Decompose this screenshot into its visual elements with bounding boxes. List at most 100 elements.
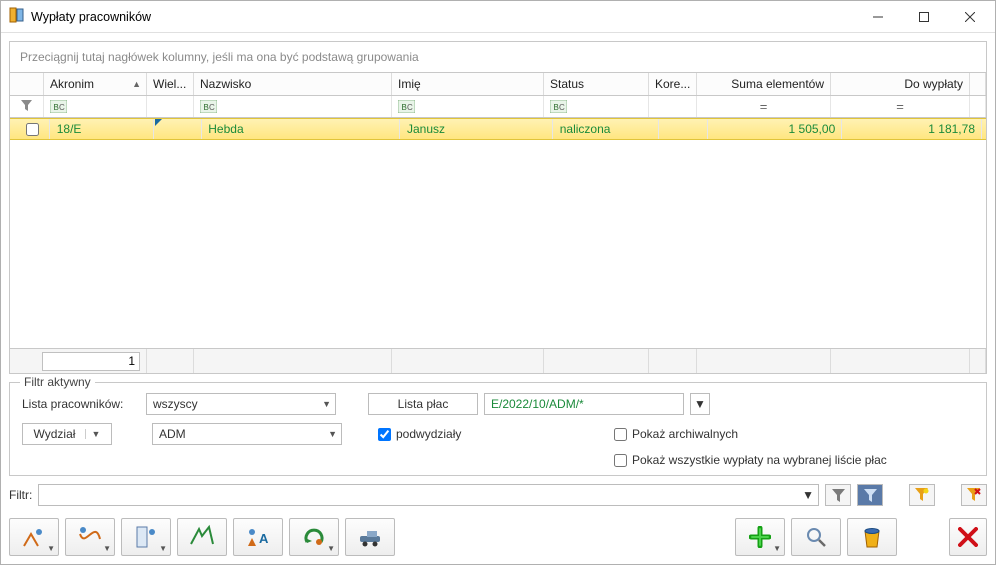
col-akronim[interactable]: Akronim▲ — [44, 73, 147, 95]
filter-expression-input[interactable]: ▼ — [38, 484, 819, 506]
lista-pracownikow-label: Lista pracowników: — [22, 397, 140, 411]
lista-pracownikow-select[interactable]: wszyscy▼ — [146, 393, 336, 415]
chevron-down-icon: ▼ — [322, 399, 331, 409]
chevron-down-icon: ▼ — [47, 544, 55, 553]
wydzial-button[interactable]: Wydział▼ — [22, 423, 112, 445]
row-checkbox-cell[interactable] — [16, 119, 50, 139]
filter-panel: Filtr aktywny Lista pracowników: wszyscy… — [9, 382, 987, 476]
podwydzialy-checkbox[interactable]: podwydziały — [378, 427, 461, 441]
cell-kore[interactable] — [660, 119, 708, 139]
archiwalne-checkbox[interactable]: Pokaż archiwalnych — [614, 427, 974, 441]
col-wiel[interactable]: Wiel... — [147, 73, 194, 95]
svg-text:C: C — [559, 103, 565, 112]
cell-status[interactable]: naliczona — [554, 119, 659, 139]
plus-icon — [749, 526, 771, 548]
maximize-button[interactable] — [901, 1, 947, 33]
cell-nazwisko[interactable]: Hebda — [202, 119, 400, 139]
chevron-down-icon: ▼ — [773, 544, 781, 553]
toolbar-button-6[interactable]: ▼ — [289, 518, 339, 556]
app-icon — [9, 7, 25, 26]
filter-funnel-cell[interactable] — [10, 96, 44, 117]
lista-plac-dropdown-button[interactable]: ▼ — [690, 393, 710, 415]
row-checkbox[interactable] — [26, 123, 39, 136]
filter-panel-legend: Filtr aktywny — [20, 375, 95, 389]
grid-rows[interactable]: 18/E Hebda Janusz naliczona 1 505,00 1 1… — [10, 118, 986, 348]
x-icon — [958, 527, 978, 547]
cell-suma[interactable]: 1 505,00 — [708, 119, 842, 139]
svg-text:C: C — [59, 103, 65, 112]
col-imie[interactable]: Imię — [392, 73, 544, 95]
text-filter-icon: BC — [200, 100, 217, 113]
toolbar-button-4[interactable] — [177, 518, 227, 556]
filter-nazwisko[interactable]: BC — [194, 96, 392, 117]
filter-dowyplaty[interactable]: = — [831, 96, 970, 117]
funnel-icon — [832, 489, 845, 502]
titlebar: Wypłaty pracowników — [1, 1, 995, 33]
window: Wypłaty pracowników Przeciągnij tutaj na… — [0, 0, 996, 565]
chevron-down-icon: ▼ — [802, 488, 814, 502]
sort-asc-icon: ▲ — [132, 79, 141, 89]
wszystkie-wyplaty-checkbox[interactable]: Pokaż wszystkie wypłaty na wybranej liśc… — [614, 453, 974, 467]
svg-text:C: C — [209, 103, 215, 112]
search-button[interactable] — [791, 518, 841, 556]
group-hint[interactable]: Przeciągnij tutaj nagłówek kolumny, jeśl… — [10, 42, 986, 72]
lista-plac-button[interactable]: Lista płac — [368, 393, 478, 415]
col-status[interactable]: Status — [544, 73, 649, 95]
filter-suma[interactable]: = — [697, 96, 831, 117]
chevron-down-icon: ▼ — [327, 544, 335, 553]
col-dowyplaty[interactable]: Do wypłaty — [831, 73, 970, 95]
magnifier-icon — [805, 526, 827, 548]
col-checkbox[interactable] — [10, 73, 44, 95]
funnel-icon — [21, 100, 32, 114]
col-nazwisko[interactable]: Nazwisko — [194, 73, 392, 95]
chevron-down-icon: ▼ — [328, 429, 337, 439]
flag-icon — [155, 119, 163, 127]
chevron-down-icon: ▼ — [103, 544, 111, 553]
filter-akronim[interactable]: BC — [44, 96, 147, 117]
add-button[interactable]: ▼ — [735, 518, 785, 556]
sum-count — [10, 349, 147, 373]
filter-save-button[interactable] — [909, 484, 935, 506]
filter-wiel[interactable] — [147, 96, 194, 117]
wydzial-select[interactable]: ADM▼ — [152, 423, 342, 445]
filter-clear-button[interactable] — [961, 484, 987, 506]
col-spacer — [970, 73, 986, 95]
toolbar-button-7[interactable] — [345, 518, 395, 556]
filter-row-cells: BC BC BC BC = = — [10, 96, 986, 118]
equals-icon: = — [896, 99, 904, 114]
funnel-delete-icon — [967, 488, 981, 502]
col-suma[interactable]: Suma elementów — [697, 73, 831, 95]
toolbar-button-3[interactable]: ▼ — [121, 518, 171, 556]
filter-apply-button[interactable] — [825, 484, 851, 506]
bottom-toolbar: ▼ ▼ ▼ A ▼ ▼ — [1, 514, 995, 564]
chevron-down-icon: ▼ — [159, 544, 167, 553]
lista-plac-select[interactable]: E/2022/10/ADM/* — [484, 393, 684, 415]
filter-builder-button[interactable] — [857, 484, 883, 506]
close-window-button[interactable] — [949, 518, 987, 556]
chevron-down-icon: ▼ — [694, 397, 706, 411]
cell-wiel[interactable] — [155, 119, 202, 139]
text-filter-icon: BC — [550, 100, 567, 113]
table-row[interactable]: 18/E Hebda Janusz naliczona 1 505,00 1 1… — [10, 118, 986, 140]
cell-dowyplaty[interactable]: 1 181,78 — [843, 119, 982, 139]
toolbar-button-5[interactable]: A — [233, 518, 283, 556]
bin-button[interactable] — [847, 518, 897, 556]
filter-status[interactable]: BC — [544, 96, 649, 117]
funnel-star-icon — [915, 488, 929, 502]
column-headers: Akronim▲ Wiel... Nazwisko Imię Status Ko… — [10, 72, 986, 96]
summary-bar — [10, 348, 986, 373]
toolbar-button-2[interactable]: ▼ — [65, 518, 115, 556]
close-button[interactable] — [947, 1, 993, 33]
minimize-button[interactable] — [855, 1, 901, 33]
toolbar-button-1[interactable]: ▼ — [9, 518, 59, 556]
filter-kore[interactable] — [649, 96, 697, 117]
filter-imie[interactable]: BC — [392, 96, 544, 117]
col-kore[interactable]: Kore... — [649, 73, 697, 95]
sum-count-input[interactable] — [42, 352, 140, 371]
grid-container: Przeciągnij tutaj nagłówek kolumny, jeśl… — [9, 41, 987, 374]
svg-text:C: C — [407, 103, 413, 112]
cell-akronim[interactable]: 18/E — [51, 119, 154, 139]
text-filter-icon: BC — [50, 100, 67, 113]
cell-imie[interactable]: Janusz — [401, 119, 553, 139]
window-title: Wypłaty pracowników — [31, 10, 855, 24]
